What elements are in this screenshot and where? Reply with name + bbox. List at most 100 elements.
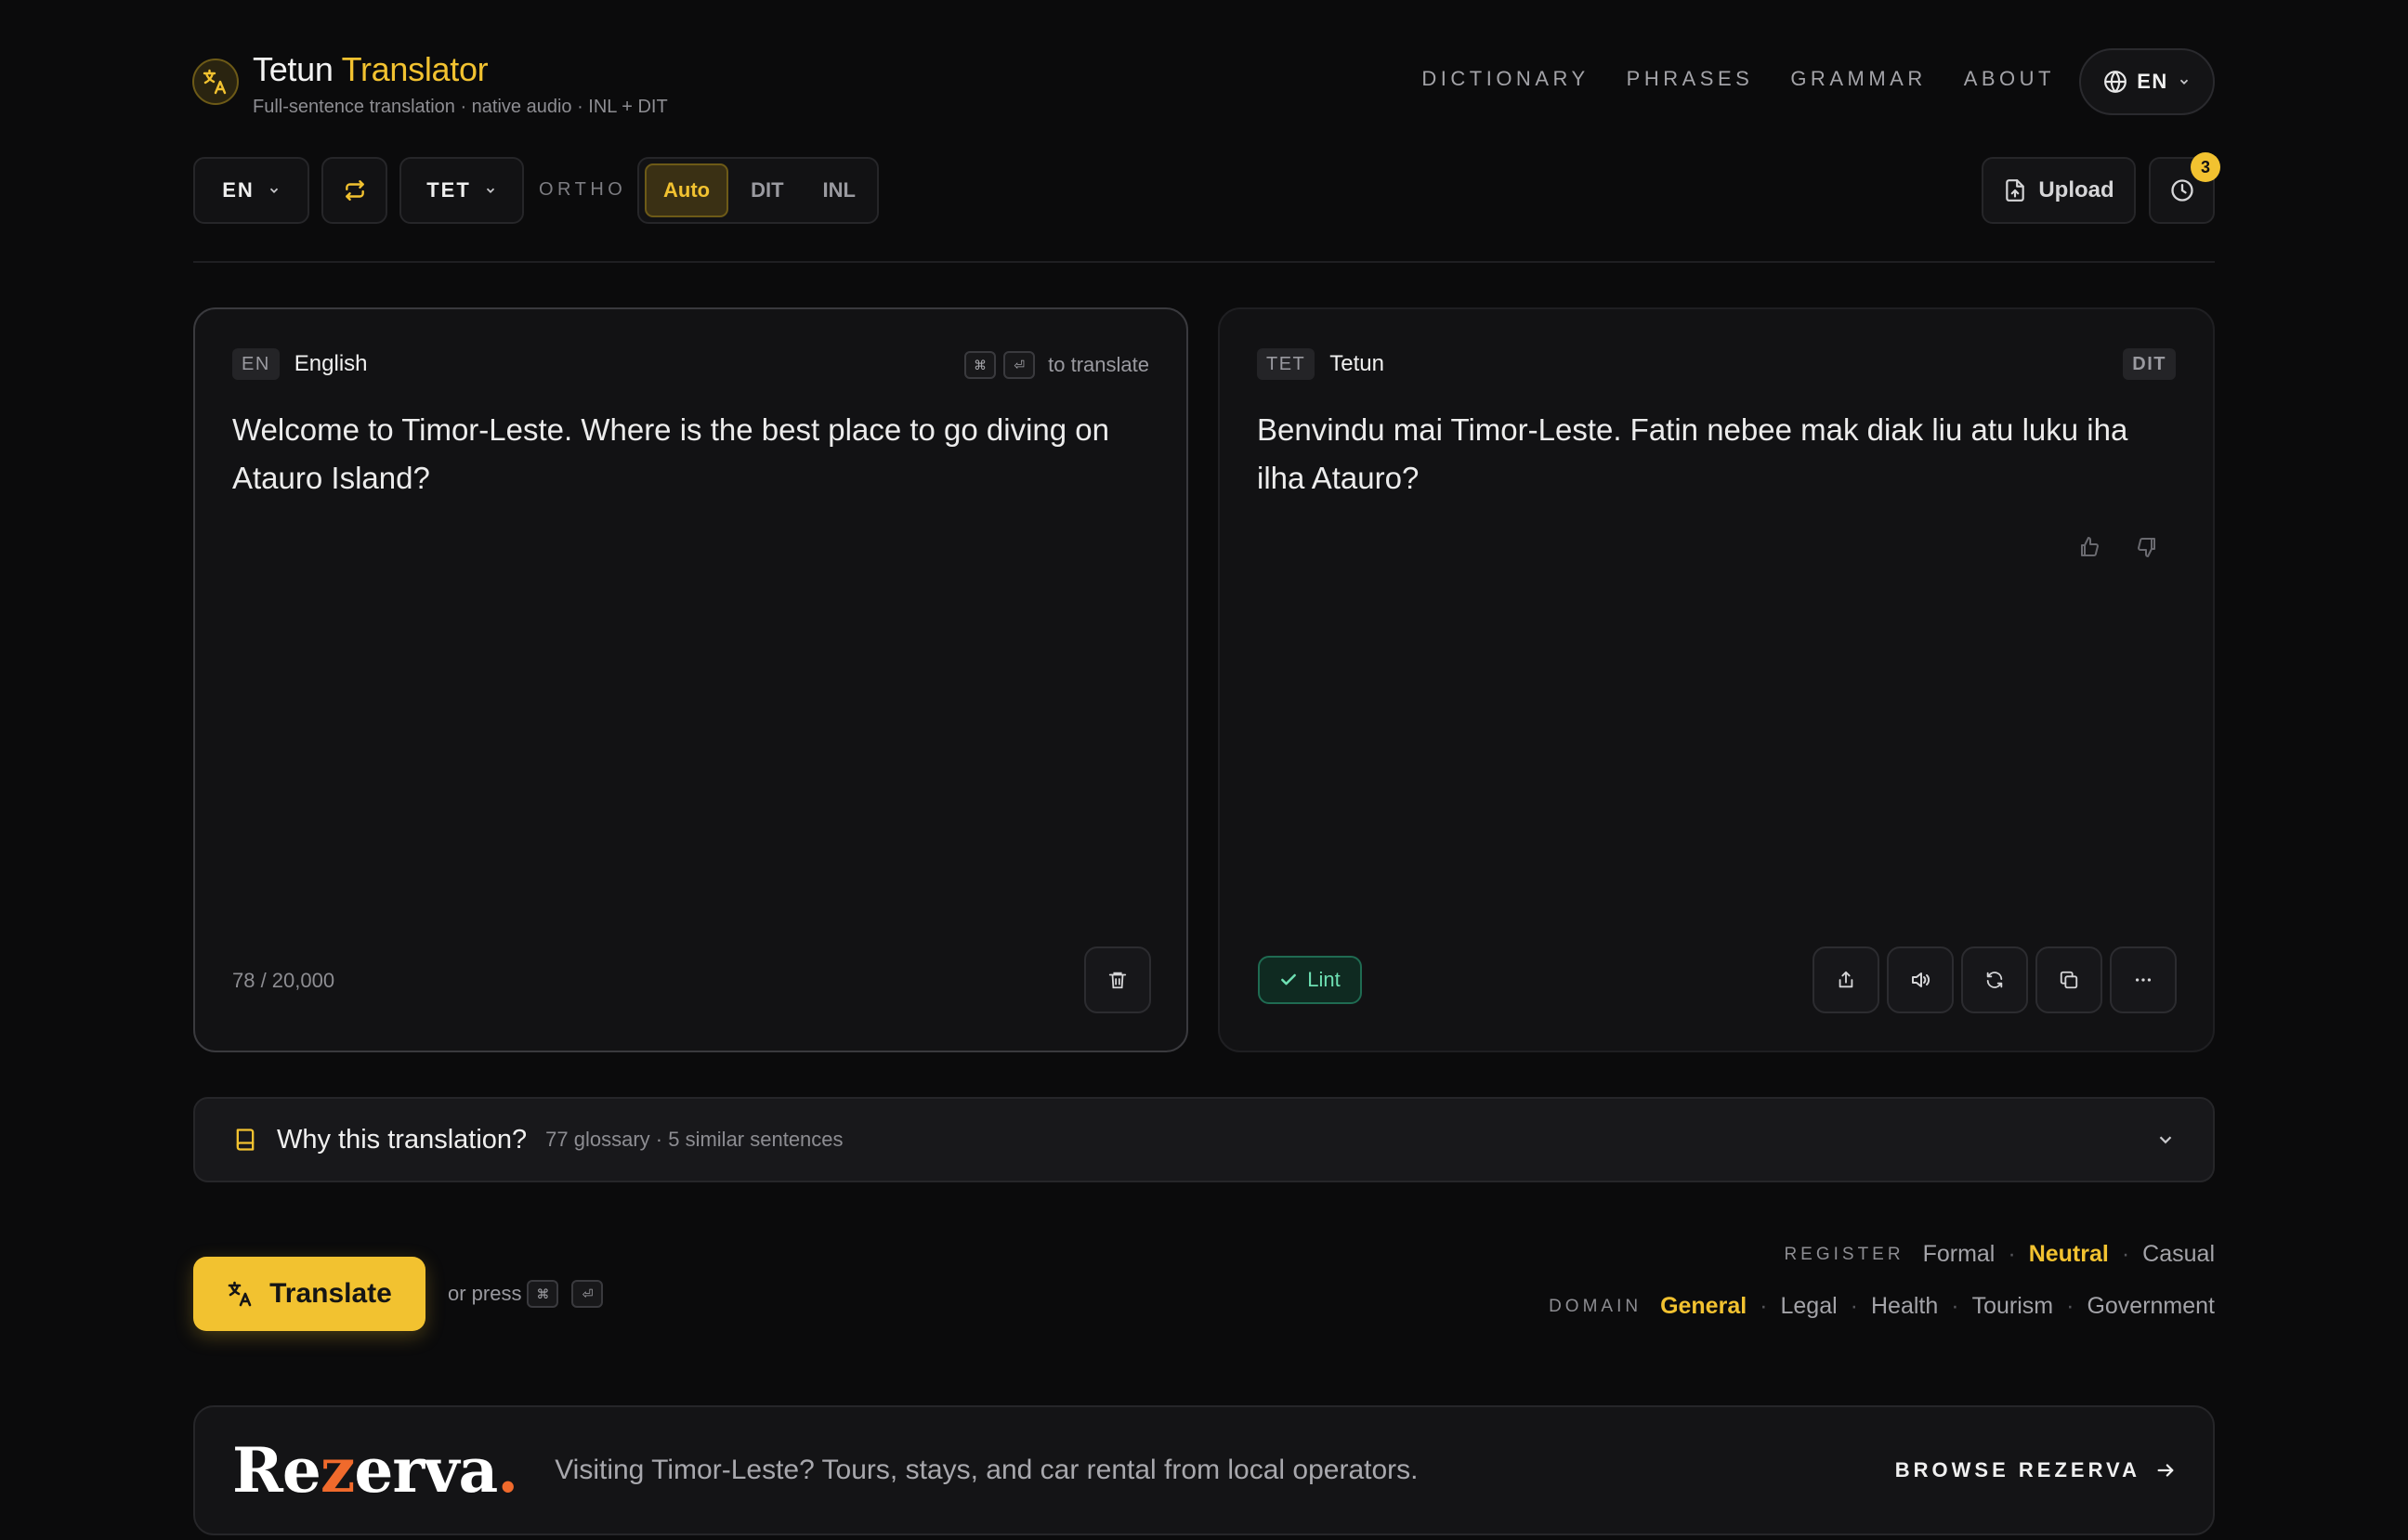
cmd-key: ⌘	[527, 1280, 559, 1308]
app-logo-icon	[192, 59, 239, 105]
domain-government[interactable]: Government	[2087, 1293, 2215, 1320]
register-casual[interactable]: Casual	[2142, 1241, 2215, 1268]
trash-icon	[1108, 972, 1127, 989]
ui-language-selector[interactable]: EN	[2079, 48, 2215, 115]
source-text-input[interactable]: Welcome to Timor-Leste. Where is the bes…	[232, 406, 1152, 502]
refresh-icon	[1986, 972, 2003, 988]
clear-text-button[interactable]	[1084, 946, 1151, 1013]
lint-status-button[interactable]: Lint	[1258, 956, 1362, 1004]
ui-language-label: EN	[2137, 70, 2168, 93]
register-formal[interactable]: Formal	[1923, 1241, 1996, 1268]
register-label: REGISTER	[1784, 1244, 1904, 1264]
domain-label: DOMAIN	[1549, 1296, 1642, 1316]
more-horizontal-icon	[2135, 978, 2152, 982]
register-neutral[interactable]: Neutral	[2029, 1241, 2109, 1268]
source-code-chip: EN	[232, 348, 280, 380]
history-count-badge: 3	[2191, 152, 2220, 182]
shortcut-hint: ⌘ ⏎ to translate	[964, 351, 1149, 379]
character-count: 78 / 20,000	[232, 969, 335, 992]
ortho-label: ORTHO	[539, 179, 627, 200]
app-title: Tetun Translator	[253, 50, 489, 89]
speaker-icon	[1912, 972, 1930, 987]
browse-rezerva-link[interactable]: BROWSE REZERVA	[1895, 1458, 2176, 1482]
keyboard-shortcut-hint: or press ⌘ ⏎	[448, 1280, 604, 1308]
tagline: Full-sentence translation · native audio…	[253, 97, 668, 117]
enter-key: ⏎	[1003, 351, 1036, 379]
separator-dot: ·	[1850, 1293, 1858, 1319]
book-icon	[236, 1129, 255, 1151]
source-language-label: EN	[222, 178, 255, 202]
cmd-key: ⌘	[964, 351, 997, 379]
domain-health[interactable]: Health	[1871, 1293, 1938, 1320]
translate-button[interactable]: Translate	[193, 1257, 425, 1331]
separator-dot: ·	[2121, 1241, 2130, 1267]
checkmark-icon	[1281, 973, 1297, 985]
source-language-select[interactable]: EN	[193, 157, 309, 224]
ortho-badge: DIT	[2123, 348, 2176, 380]
more-options-button[interactable]	[2110, 946, 2177, 1013]
nav-phrases[interactable]: PHRASES	[1627, 67, 1754, 91]
swap-languages-button[interactable]	[321, 157, 387, 224]
domain-legal[interactable]: Legal	[1781, 1293, 1838, 1320]
target-code-chip: TET	[1257, 348, 1315, 380]
play-audio-button[interactable]	[1887, 946, 1954, 1013]
clock-icon	[2170, 179, 2193, 202]
target-language-name: Tetun	[1329, 351, 1384, 376]
separator-dot: ·	[1951, 1293, 1959, 1319]
rezerva-logo-part: .	[497, 1434, 518, 1507]
why-translation-expander[interactable]: Why this translation? 77 glossary · 5 si…	[193, 1097, 2215, 1182]
target-panel-header: TET Tetun	[1257, 348, 1384, 380]
separator-dot: ·	[2008, 1241, 2016, 1267]
nav-about[interactable]: ABOUT	[1964, 67, 2055, 91]
domain-selector: DOMAIN General · Legal · Health · Touris…	[1549, 1293, 2215, 1320]
retranslate-button[interactable]	[1961, 946, 2028, 1013]
share-button[interactable]	[1813, 946, 1879, 1013]
copy-icon	[2060, 971, 2078, 989]
brand-main: Tetun	[253, 50, 334, 88]
orthography-toggle: Auto DIT INL	[637, 157, 879, 224]
separator-dot: ·	[2066, 1293, 2074, 1319]
chevron-down-icon	[2179, 79, 2188, 85]
separator-dot: ·	[1760, 1293, 1768, 1319]
chevron-down-icon	[486, 188, 494, 193]
file-upload-icon	[2006, 179, 2025, 202]
upload-label: Upload	[2038, 177, 2114, 202]
ortho-option-auto[interactable]: Auto	[645, 163, 729, 217]
translate-icon	[228, 1281, 252, 1307]
header-divider	[193, 261, 2215, 263]
ortho-option-dit[interactable]: DIT	[734, 163, 800, 217]
globe-icon	[2104, 71, 2127, 93]
nav-grammar[interactable]: GRAMMAR	[1790, 67, 1926, 91]
upload-button[interactable]: Upload	[1982, 157, 2136, 224]
rezerva-logo-part: Re	[232, 1434, 321, 1507]
ortho-option-inl[interactable]: INL	[806, 163, 872, 217]
shortcut-hint-text: to translate	[1048, 353, 1149, 376]
thumbs-down-button[interactable]	[2136, 536, 2158, 563]
target-panel: TET Tetun DIT Benvindu mai Timor-Leste. …	[1218, 307, 2215, 1052]
register-selector: REGISTER Formal · Neutral · Casual	[1784, 1241, 2215, 1268]
rezerva-logo-part: erva	[354, 1434, 498, 1507]
translation-output: Benvindu mai Timor-Leste. Fatin nebee ma…	[1257, 412, 2128, 495]
domain-tourism[interactable]: Tourism	[1972, 1293, 2054, 1320]
nav-dictionary[interactable]: DICTIONARY	[1421, 67, 1589, 91]
share-icon	[1839, 971, 1853, 988]
main-nav: DICTIONARY PHRASES GRAMMAR ABOUT	[1421, 67, 2055, 91]
domain-general[interactable]: General	[1660, 1293, 1747, 1320]
press-text: or press	[448, 1282, 522, 1305]
why-summary: 77 glossary · 5 similar sentences	[545, 1128, 844, 1151]
thumbs-up-button[interactable]	[2078, 536, 2100, 563]
lint-label: Lint	[1307, 968, 1341, 991]
source-panel-header: EN English	[232, 348, 368, 380]
brand-accent: Translator	[341, 50, 489, 88]
rezerva-banner[interactable]: Rezerva. Visiting Timor-Leste? Tours, st…	[193, 1405, 2215, 1535]
source-language-name: English	[294, 351, 368, 376]
enter-key: ⏎	[571, 1280, 604, 1308]
target-language-select[interactable]: TET	[399, 157, 524, 224]
translate-label: Translate	[269, 1278, 392, 1309]
target-language-label: TET	[426, 178, 471, 202]
thumbs-down-icon	[2138, 538, 2155, 557]
copy-button[interactable]	[2035, 946, 2102, 1013]
chevron-down-icon	[269, 188, 278, 193]
browse-label: BROWSE REZERVA	[1894, 1458, 2140, 1481]
thumbs-up-icon	[2081, 537, 2099, 556]
